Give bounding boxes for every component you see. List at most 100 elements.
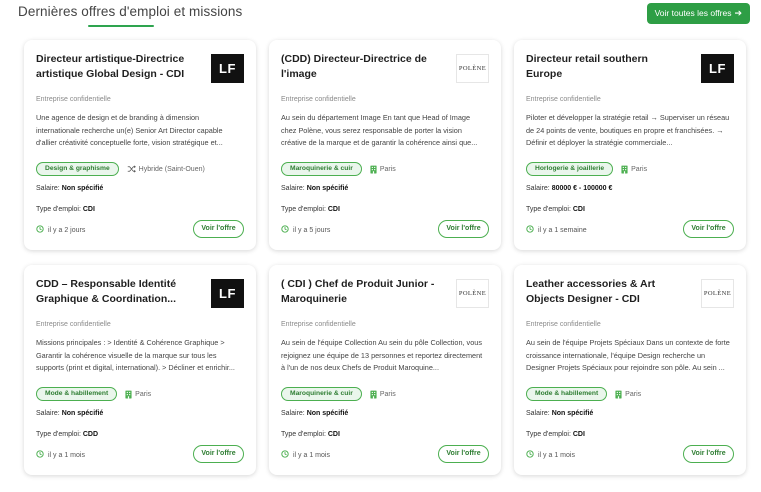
clock-icon — [36, 225, 44, 235]
posted-time: il y a 2 jours — [36, 225, 85, 235]
view-offer-button[interactable]: Voir l'offre — [683, 220, 734, 238]
salary-value: Non spécifié — [61, 410, 104, 417]
company-logo: POLÈNE — [701, 279, 734, 308]
salary-value: Non spécifié — [306, 410, 349, 417]
employment-type-label: Type d'emploi: — [281, 206, 326, 213]
employment-type-row: Type d'emploi: CDI — [281, 206, 340, 213]
location-text: Paris — [135, 390, 152, 398]
employment-type-value: CDI — [572, 431, 585, 438]
job-location: Paris — [370, 390, 396, 399]
job-card[interactable]: CDD – Responsable Identité Graphique & C… — [24, 265, 256, 475]
location-text: Paris — [631, 165, 648, 173]
job-description: Une agence de design et de branding à di… — [36, 113, 223, 148]
company-name: Entreprise confidentielle — [526, 96, 601, 103]
view-offer-button[interactable]: Voir l'offre — [193, 220, 244, 238]
salary-label: Salaire: — [36, 185, 60, 192]
job-card[interactable]: Directeur retail southern Europe LF Entr… — [514, 40, 746, 250]
salary-label: Salaire: — [526, 410, 550, 417]
salary-row: Salaire: Non spécifié — [281, 410, 348, 417]
posted-time: il y a 1 mois — [36, 450, 85, 460]
company-name: Entreprise confidentielle — [281, 96, 356, 103]
job-card[interactable]: Leather accessories & Art Objects Design… — [514, 265, 746, 475]
job-title[interactable]: Directeur artistique-Directrice artistiq… — [36, 52, 196, 82]
employment-type-row: Type d'emploi: CDI — [36, 206, 95, 213]
company-logo: LF — [211, 279, 244, 308]
title-underline — [88, 25, 154, 27]
salary-label: Salaire: — [526, 185, 550, 192]
location-text: Paris — [379, 390, 396, 398]
company-name: Entreprise confidentielle — [526, 321, 601, 328]
category-tag[interactable]: Mode & habillement — [526, 387, 608, 401]
job-card[interactable]: (CDD) Directeur-Directrice de l'image PO… — [269, 40, 501, 250]
salary-value: Non spécifié — [306, 185, 349, 192]
employment-type-label: Type d'emploi: — [281, 431, 326, 438]
location-text: Hybride (Saint-Ouen) — [138, 165, 205, 173]
salary-row: Salaire: Non spécifié — [526, 410, 593, 417]
company-logo: LF — [701, 54, 734, 83]
employment-type-label: Type d'emploi: — [526, 431, 571, 438]
arrow-right-icon: ➔ — [734, 8, 742, 18]
salary-row: Salaire: Non spécifié — [36, 185, 103, 192]
building-icon — [370, 390, 377, 399]
job-title[interactable]: Leather accessories & Art Objects Design… — [526, 277, 686, 307]
job-tags: Mode & habillement Paris — [526, 387, 641, 401]
view-offer-button[interactable]: Voir l'offre — [683, 445, 734, 463]
company-name: Entreprise confidentielle — [36, 96, 111, 103]
job-description: Au sein de l'équipe Projets Spéciaux Dan… — [526, 338, 730, 373]
posted-time-text: il y a 1 mois — [293, 451, 330, 459]
clock-icon — [526, 225, 534, 235]
job-tags: Maroquinerie & cuir Paris — [281, 162, 396, 176]
category-tag[interactable]: Mode & habillement — [36, 387, 118, 401]
category-tag[interactable]: Horlogerie & joaillerie — [526, 162, 614, 176]
salary-value: Non spécifié — [551, 410, 594, 417]
category-tag[interactable]: Maroquinerie & cuir — [281, 387, 362, 401]
posted-time: il y a 5 jours — [281, 225, 330, 235]
job-tags: Mode & habillement Paris — [36, 387, 151, 401]
job-location: Paris — [125, 390, 151, 399]
employment-type-label: Type d'emploi: — [36, 431, 81, 438]
salary-label: Salaire: — [281, 185, 305, 192]
job-grid: Directeur artistique-Directrice artistiq… — [24, 40, 746, 475]
job-title[interactable]: Directeur retail southern Europe — [526, 52, 686, 82]
job-tags: Design & graphisme Hybride (Saint-Ouen) — [36, 162, 205, 176]
employment-type-value: CDI — [327, 431, 340, 438]
company-logo: POLÈNE — [456, 54, 489, 83]
category-tag[interactable]: Design & graphisme — [36, 162, 119, 176]
job-description: Au sein de l'équipe Collection Au sein d… — [281, 338, 483, 373]
job-tags: Horlogerie & joaillerie Paris — [526, 162, 647, 176]
job-card[interactable]: Directeur artistique-Directrice artistiq… — [24, 40, 256, 250]
view-offer-button[interactable]: Voir l'offre — [193, 445, 244, 463]
clock-icon — [526, 450, 534, 460]
job-title[interactable]: ( CDI ) Chef de Produit Junior - Maroqui… — [281, 277, 441, 307]
salary-value: Non spécifié — [61, 185, 104, 192]
job-description: Piloter et développer la stratégie retai… — [526, 113, 730, 148]
view-offer-button[interactable]: Voir l'offre — [438, 220, 489, 238]
employment-type-value: CDI — [572, 206, 585, 213]
job-title[interactable]: (CDD) Directeur-Directrice de l'image — [281, 52, 441, 82]
company-logo: POLÈNE — [456, 279, 489, 308]
employment-type-row: Type d'emploi: CDI — [526, 431, 585, 438]
salary-label: Salaire: — [281, 410, 305, 417]
clock-icon — [281, 225, 289, 235]
employment-type-row: Type d'emploi: CDD — [36, 431, 98, 438]
view-all-offers-button[interactable]: Voir toutes les offres ➔ — [646, 3, 750, 24]
posted-time: il y a 1 semaine — [526, 225, 587, 235]
job-location: Paris — [370, 165, 396, 174]
job-title[interactable]: CDD – Responsable Identité Graphique & C… — [36, 277, 196, 307]
company-name: Entreprise confidentielle — [36, 321, 111, 328]
employment-type-row: Type d'emploi: CDI — [526, 206, 585, 213]
salary-value: 80000 € - 100000 € — [551, 185, 613, 192]
category-tag[interactable]: Maroquinerie & cuir — [281, 162, 362, 176]
location-text: Paris — [625, 390, 642, 398]
building-icon — [370, 165, 377, 174]
company-logo: LF — [211, 54, 244, 83]
salary-row: Salaire: Non spécifié — [36, 410, 103, 417]
job-card[interactable]: ( CDI ) Chef de Produit Junior - Maroqui… — [269, 265, 501, 475]
view-offer-button[interactable]: Voir l'offre — [438, 445, 489, 463]
job-location: Hybride (Saint-Ouen) — [127, 165, 205, 173]
section-title: Dernières offres d'emploi et missions — [18, 4, 243, 19]
employment-type-label: Type d'emploi: — [36, 206, 81, 213]
building-icon — [621, 165, 628, 174]
posted-time-text: il y a 2 jours — [48, 226, 86, 234]
employment-type-value: CDI — [327, 206, 340, 213]
